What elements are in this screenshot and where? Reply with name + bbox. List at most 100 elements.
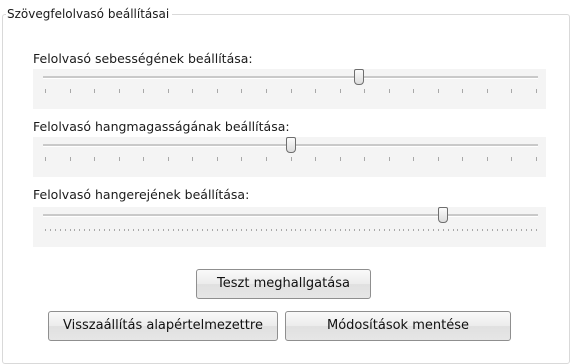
slider-tick: [69, 89, 71, 93]
slider-tick: [118, 229, 120, 231]
slider-tick: [393, 229, 395, 231]
slider-tick: [364, 157, 366, 161]
pitch-slider-thumb[interactable]: [285, 137, 296, 153]
pitch-slider[interactable]: [33, 137, 546, 177]
test-playback-button[interactable]: Teszt meghallgatása: [196, 269, 371, 299]
slider-tick: [89, 229, 91, 231]
slider-tick: [339, 89, 341, 93]
speed-slider[interactable]: [33, 69, 546, 109]
slider-tick: [359, 229, 361, 231]
slider-tick: [319, 229, 321, 231]
volume-slider-thumb[interactable]: [437, 207, 448, 223]
slider-tick: [457, 229, 459, 231]
slider-tick: [526, 229, 528, 231]
slider-tick: [285, 229, 287, 231]
slider-tick: [182, 229, 184, 231]
slider-tick: [511, 89, 513, 93]
slider-tick: [486, 89, 488, 93]
slider-tick: [432, 229, 434, 231]
slider-tick: [172, 229, 174, 231]
slider-tick: [290, 89, 292, 93]
slider-tick: [54, 229, 56, 231]
slider-tick: [531, 229, 533, 231]
slider-tick: [290, 229, 292, 231]
slider-tick: [45, 89, 46, 93]
slider-tick: [197, 229, 199, 231]
slider-tick: [536, 229, 537, 231]
slider-tick: [177, 229, 179, 231]
speed-slider-label: Felolvasó sebességének beállítása:: [33, 51, 253, 66]
slider-tick: [246, 229, 248, 231]
save-changes-button[interactable]: Módosítások mentése: [285, 311, 511, 341]
slider-tick: [442, 229, 444, 231]
slider-tick: [123, 229, 125, 231]
slider-tick: [138, 229, 140, 231]
slider-tick: [403, 229, 405, 231]
slider-tick: [427, 229, 429, 231]
slider-tick: [265, 229, 267, 231]
slider-tick: [413, 157, 415, 161]
slider-tick: [133, 229, 135, 231]
slider-tick: [113, 229, 115, 231]
slider-tick: [231, 229, 233, 231]
slider-tick: [207, 229, 209, 231]
slider-tick: [315, 229, 317, 231]
slider-tick: [388, 229, 390, 231]
slider-tick: [423, 229, 425, 231]
slider-tick: [413, 89, 415, 93]
slider-tick: [241, 229, 243, 231]
slider-tick: [521, 229, 523, 231]
slider-tick: [339, 157, 341, 161]
slider-tick: [148, 229, 150, 231]
slider-tick: [477, 229, 479, 231]
slider-tick: [216, 89, 218, 93]
slider-tick: [364, 229, 366, 231]
slider-tick: [315, 157, 317, 161]
slider-tick: [516, 229, 518, 231]
slider-tick: [94, 89, 96, 93]
slider-tick: [467, 229, 469, 231]
volume-slider[interactable]: [33, 207, 546, 247]
slider-tick: [270, 229, 272, 231]
slider-tick: [462, 229, 464, 231]
slider-tick: [486, 229, 488, 231]
speed-slider-thumb[interactable]: [354, 69, 365, 85]
slider-tick: [344, 229, 346, 231]
slider-tick: [157, 229, 159, 231]
slider-tick: [491, 229, 493, 231]
reset-defaults-button[interactable]: Visszaállítás alapértelmezettre: [48, 311, 278, 341]
slider-tick: [447, 229, 449, 231]
slider-tick: [128, 229, 130, 231]
slider-tick: [108, 229, 110, 231]
slider-tick: [339, 229, 341, 231]
slider-tick: [536, 89, 537, 93]
slider-tick: [49, 229, 51, 231]
slider-tick: [251, 229, 253, 231]
slider-tick: [324, 229, 326, 231]
slider-tick: [536, 157, 537, 161]
slider-tick: [69, 157, 71, 161]
slider-tick: [202, 229, 204, 231]
slider-tick: [265, 89, 267, 93]
slider-tick: [192, 157, 194, 161]
slider-tick: [462, 157, 464, 161]
slider-tick: [167, 157, 169, 161]
slider-tick: [334, 229, 336, 231]
slider-tick: [118, 157, 120, 161]
slider-tick: [315, 89, 317, 93]
slider-tick: [74, 229, 76, 231]
slider-tick: [94, 229, 96, 231]
slider-tick: [94, 157, 96, 161]
slider-tick: [221, 229, 223, 231]
slider-tick: [310, 229, 312, 231]
slider-tick: [187, 229, 189, 231]
slider-tick: [69, 229, 71, 231]
slider-tick: [103, 229, 105, 231]
slider-tick: [143, 157, 145, 161]
slider-tick: [496, 229, 498, 231]
slider-tick: [452, 229, 454, 231]
slider-tick: [408, 229, 410, 231]
slider-tick: [369, 229, 371, 231]
slider-tick: [153, 229, 155, 231]
slider-tick: [167, 229, 169, 231]
